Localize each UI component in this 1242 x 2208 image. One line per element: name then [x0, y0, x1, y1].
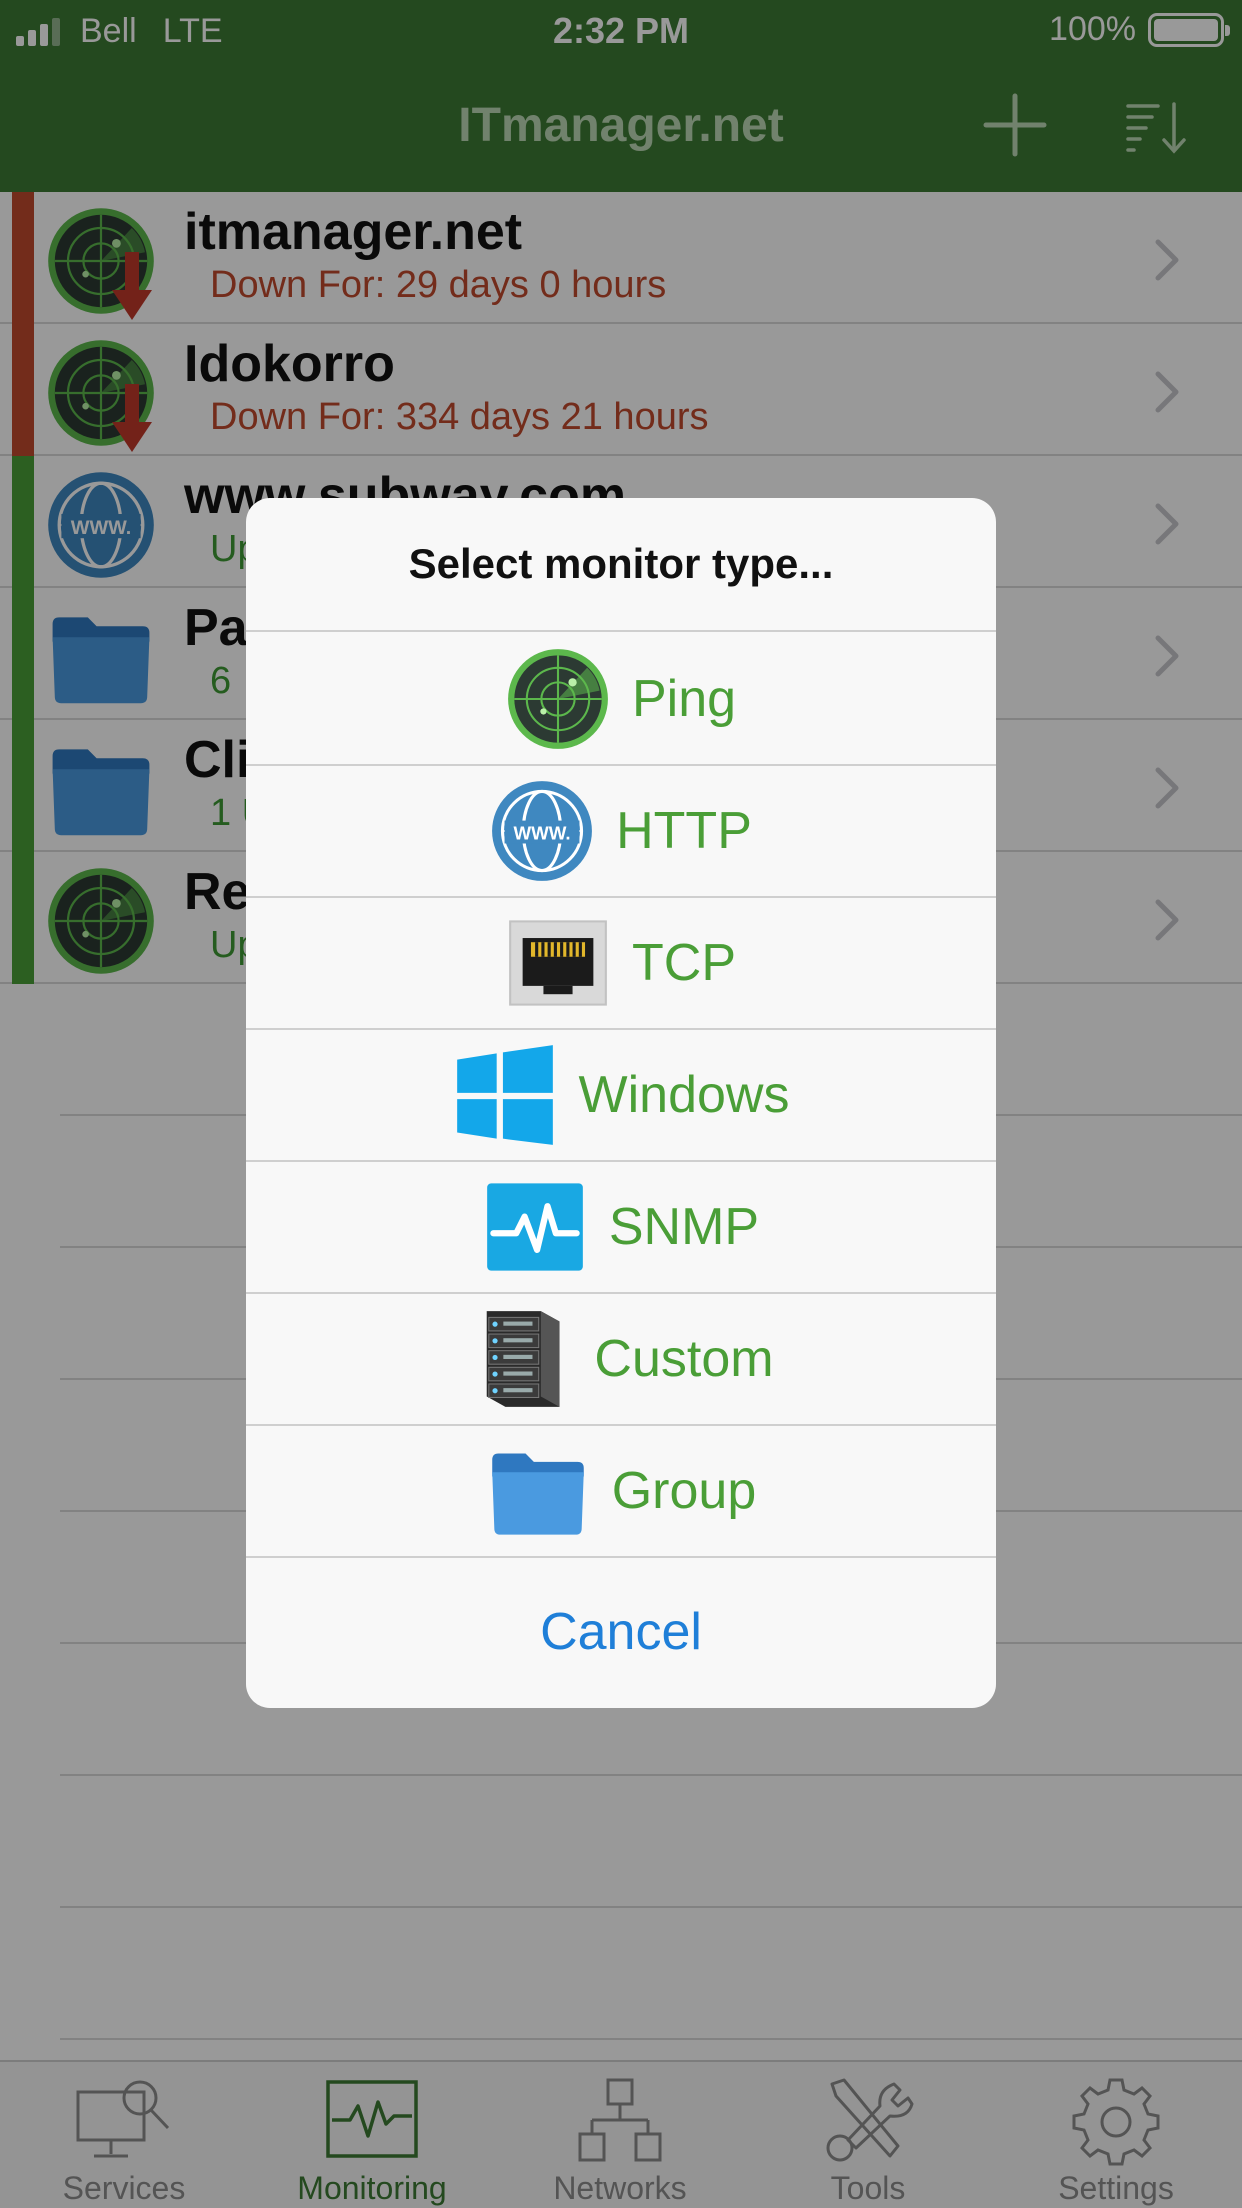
option-label: SNMP	[608, 1198, 760, 1256]
windows-logo-icon	[453, 1043, 557, 1147]
option-label: Custom	[594, 1330, 774, 1388]
option-http[interactable]: HTTP	[246, 766, 996, 898]
monitor-type-dialog: Select monitor type... Ping HTTP TCP Win…	[246, 498, 996, 1708]
option-label: HTTP	[616, 802, 752, 860]
folder-icon	[486, 1439, 590, 1543]
option-snmp[interactable]: SNMP	[246, 1162, 996, 1294]
option-label: Group	[611, 1462, 757, 1520]
server-rack-icon	[468, 1307, 572, 1411]
dialog-title: Select monitor type...	[246, 498, 996, 632]
option-label: Ping	[631, 670, 737, 728]
cancel-button[interactable]: Cancel	[246, 1556, 996, 1708]
pulse-monitor-icon	[483, 1175, 587, 1279]
option-label: Windows	[578, 1066, 790, 1124]
www-globe-icon	[490, 779, 594, 883]
option-custom[interactable]: Custom	[246, 1294, 996, 1426]
option-group[interactable]: Group	[246, 1426, 996, 1558]
option-tcp[interactable]: TCP	[246, 898, 996, 1030]
option-label: TCP	[632, 934, 736, 992]
radar-icon	[506, 647, 610, 751]
option-windows[interactable]: Windows	[246, 1030, 996, 1162]
ethernet-port-icon	[506, 911, 610, 1015]
option-ping[interactable]: Ping	[246, 634, 996, 766]
